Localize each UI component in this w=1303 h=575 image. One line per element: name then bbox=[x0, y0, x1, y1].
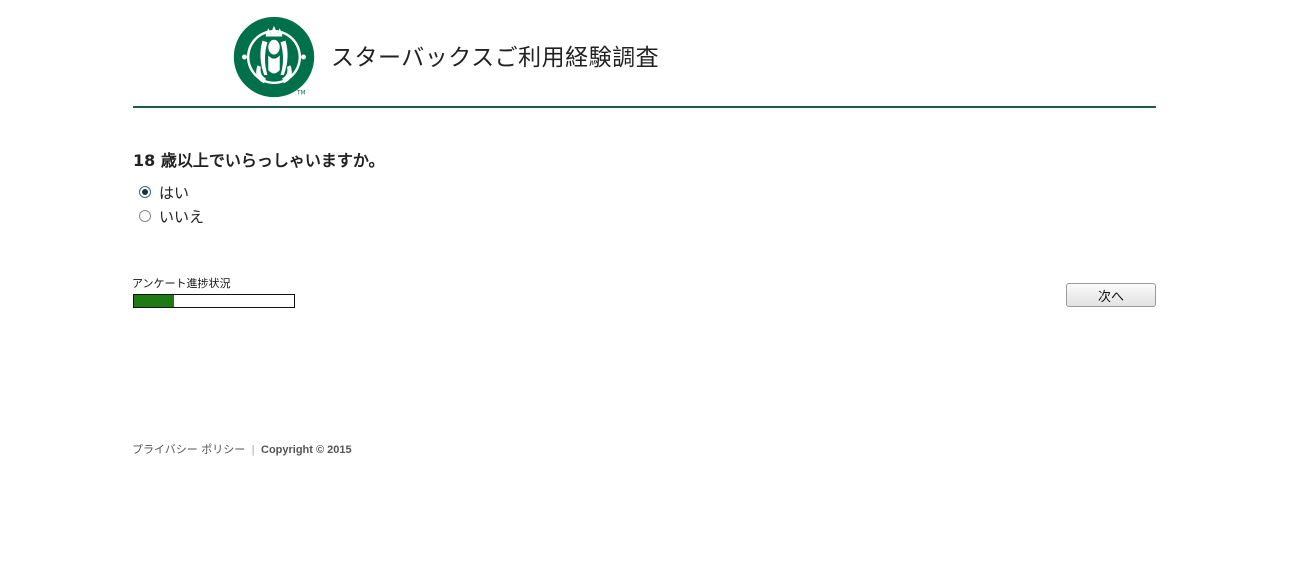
question-text: 18 歳以上でいらっしゃいますか。 bbox=[133, 151, 385, 170]
progress-label: アンケート進捗状況 bbox=[132, 277, 231, 290]
svg-text:TM: TM bbox=[296, 91, 306, 97]
option-no-label[interactable]: いいえ bbox=[159, 206, 204, 227]
progress-bar bbox=[133, 294, 295, 308]
page-header: TM スターバックスご利用経験調査 bbox=[133, 0, 1156, 108]
next-button[interactable]: 次へ bbox=[1066, 283, 1156, 307]
site-title: スターバックスご利用経験調査 bbox=[331, 45, 660, 71]
answer-options: はい いいえ bbox=[139, 180, 204, 228]
progress-fill bbox=[134, 295, 174, 307]
starbucks-logo-icon: TM bbox=[233, 16, 315, 98]
radio-yes[interactable] bbox=[139, 186, 151, 198]
footer-separator: | bbox=[251, 443, 255, 456]
option-yes[interactable]: はい bbox=[139, 180, 204, 204]
survey-page: TM スターバックスご利用経験調査 18 歳以上でいらっしゃいますか。 はい い… bbox=[0, 0, 1303, 575]
page-footer: プライバシー ポリシー | Copyright © 2015 bbox=[132, 441, 352, 457]
option-no[interactable]: いいえ bbox=[139, 204, 204, 228]
option-yes-label[interactable]: はい bbox=[159, 182, 189, 203]
copyright-text: Copyright © 2015 bbox=[261, 444, 352, 456]
privacy-policy-link[interactable]: プライバシー ポリシー bbox=[132, 443, 245, 456]
radio-no[interactable] bbox=[139, 210, 151, 222]
